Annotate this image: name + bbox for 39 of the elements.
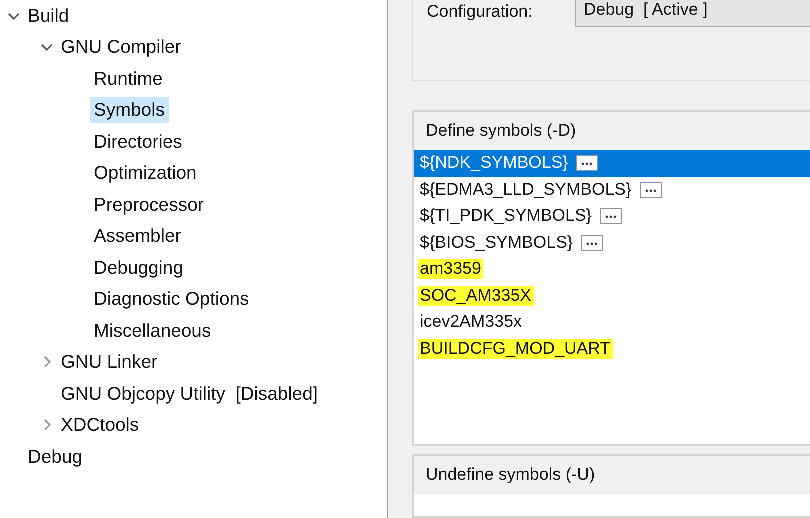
symbol-item[interactable]: ${NDK_SYMBOLS} [414, 150, 810, 176]
tree-item[interactable]: GNU Linker [57, 349, 162, 376]
tree-item[interactable]: Diagnostic Options [90, 286, 254, 312]
tree-item[interactable]: Debugging [90, 254, 188, 281]
symbol-text: BUILDCFG_MOD_UART [418, 338, 612, 359]
tree-item[interactable]: Optimization [90, 160, 201, 186]
symbol-item[interactable]: BUILDCFG_MOD_UART [414, 336, 810, 362]
symbol-text: ${BIOS_SYMBOLS} [419, 232, 574, 253]
tree-item[interactable]: Build [24, 2, 74, 29]
symbol-text: SOC_AM335X [418, 286, 534, 306]
list-header: Undefine symbols (-U) [414, 456, 810, 494]
list-header: Define symbols (-D) [414, 112, 810, 150]
symbol-text: am3359 [418, 259, 484, 280]
ellipsis-icon[interactable] [576, 155, 598, 172]
configuration-label: Configuration: [427, 2, 534, 22]
tree-item[interactable]: XDCtools [57, 412, 144, 438]
symbol-text: ${NDK_SYMBOLS} [419, 153, 570, 174]
ellipsis-icon[interactable] [581, 234, 604, 251]
configuration-dropdown[interactable]: Debug [ Active ] [575, 0, 810, 27]
symbol-item[interactable]: icev2AM335x [414, 309, 810, 336]
tree-item[interactable]: GNU Compiler [57, 34, 186, 60]
tree-item[interactable]: Directories [90, 128, 186, 155]
tree-item[interactable]: Symbols [90, 97, 169, 124]
tree-item[interactable]: Miscellaneous [90, 318, 216, 344]
symbol-text: icev2AM335x [419, 312, 524, 332]
symbol-item[interactable]: SOC_AM335X [414, 282, 810, 309]
symbol-item[interactable]: ${BIOS_SYMBOLS} [414, 230, 810, 256]
tree-item[interactable]: Debug [24, 444, 87, 470]
tree-item[interactable]: GNU Objcopy Utility [Disabled] [57, 380, 322, 407]
ellipsis-icon[interactable] [600, 208, 622, 224]
ellipsis-icon[interactable] [640, 182, 662, 198]
symbol-text: ${EDMA3_LLD_SYMBOLS} [419, 180, 633, 200]
tree-item[interactable]: Assembler [90, 223, 186, 250]
symbol-item[interactable]: ${EDMA3_LLD_SYMBOLS} [414, 176, 810, 203]
symbol-item[interactable]: ${TI_PDK_SYMBOLS} [414, 203, 810, 230]
symbol-item[interactable]: am3359 [414, 256, 810, 282]
tree-item[interactable]: Preprocessor [90, 192, 208, 218]
symbol-text: ${TI_PDK_SYMBOLS} [419, 206, 593, 226]
tree-item[interactable]: Runtime [90, 66, 167, 92]
